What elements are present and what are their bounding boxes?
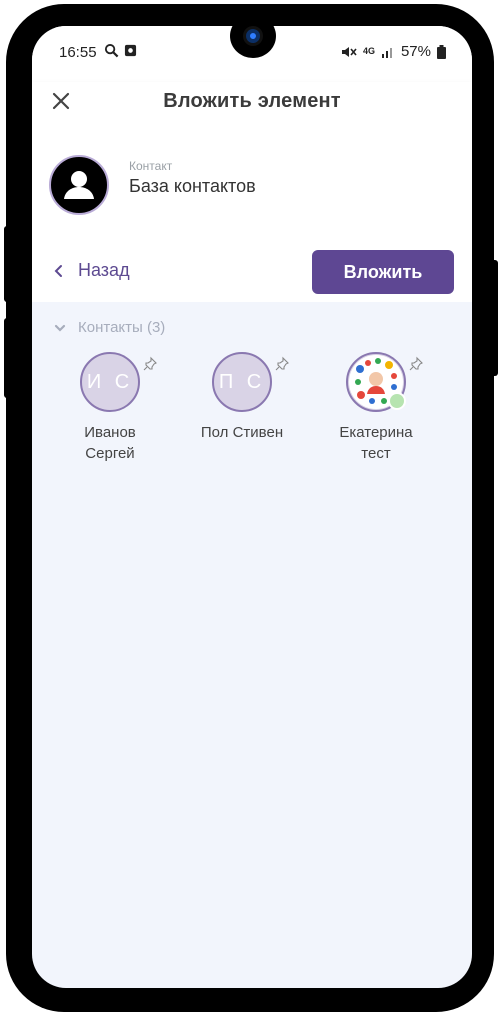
- contact-source-card: Контакт База контактов: [32, 128, 472, 241]
- contact-name-label: Иванов Сергей: [50, 422, 170, 464]
- person-icon: [64, 171, 94, 199]
- attach-button[interactable]: Вложить: [312, 250, 454, 294]
- chevron-down-icon: [54, 324, 66, 332]
- contact-item[interactable]: П С Пол Стивен: [182, 352, 302, 443]
- contact-name-line2: тест: [361, 445, 391, 462]
- volume-button: [4, 226, 12, 302]
- screen: 16:55 4G 57% Вложить элемент Контакт Баз…: [32, 26, 472, 988]
- signal-icon: [381, 48, 392, 58]
- pin-icon[interactable]: [142, 356, 158, 372]
- contact-initials-avatar: П С: [212, 352, 272, 412]
- contact-name-label: Пол Стивен: [182, 422, 302, 443]
- status-left-icons: [104, 43, 137, 58]
- status-time: 16:55: [59, 44, 97, 61]
- contact-item[interactable]: И С Иванов Сергей: [50, 352, 170, 464]
- power-button: [490, 260, 498, 376]
- contact-name-line1: Иванов: [84, 424, 136, 441]
- chevron-left-icon: [54, 264, 62, 277]
- network-type: 4G: [362, 46, 375, 56]
- contacts-section-label: Контакты (3): [78, 319, 166, 336]
- contact-item[interactable]: Екатерина тест: [316, 352, 436, 464]
- notification-icon: [124, 44, 137, 57]
- search-icon: [104, 43, 119, 58]
- pin-icon[interactable]: [408, 356, 424, 372]
- mute-icon: [341, 46, 357, 57]
- pin-icon[interactable]: [274, 356, 290, 372]
- contact-name-label: Екатерина тест: [316, 422, 436, 464]
- contacts-section-toggle[interactable]: Контакты (3): [54, 319, 165, 336]
- contact-initials-avatar: И С: [80, 352, 140, 412]
- battery-level: 57%: [400, 43, 431, 60]
- contact-name-line1: Пол Стивен: [200, 424, 284, 441]
- contact-photo-avatar: [346, 352, 406, 412]
- side-button: [4, 318, 12, 398]
- page-title: Вложить элемент: [163, 90, 341, 112]
- contact-avatar: [49, 155, 109, 215]
- action-bar: Назад Вложить: [32, 240, 472, 302]
- contact-name: База контактов: [129, 176, 256, 196]
- back-label: Назад: [78, 260, 130, 280]
- app-header: Вложить элемент: [32, 82, 472, 128]
- battery-icon: [437, 44, 446, 59]
- online-status-dot: [388, 392, 406, 410]
- contact-name-line1: Екатерина: [339, 424, 413, 441]
- status-right: 4G 57%: [341, 43, 446, 60]
- contact-caption: Контакт: [129, 159, 173, 173]
- contact-name-line2: Сергей: [85, 445, 135, 462]
- back-button[interactable]: Назад: [54, 260, 130, 281]
